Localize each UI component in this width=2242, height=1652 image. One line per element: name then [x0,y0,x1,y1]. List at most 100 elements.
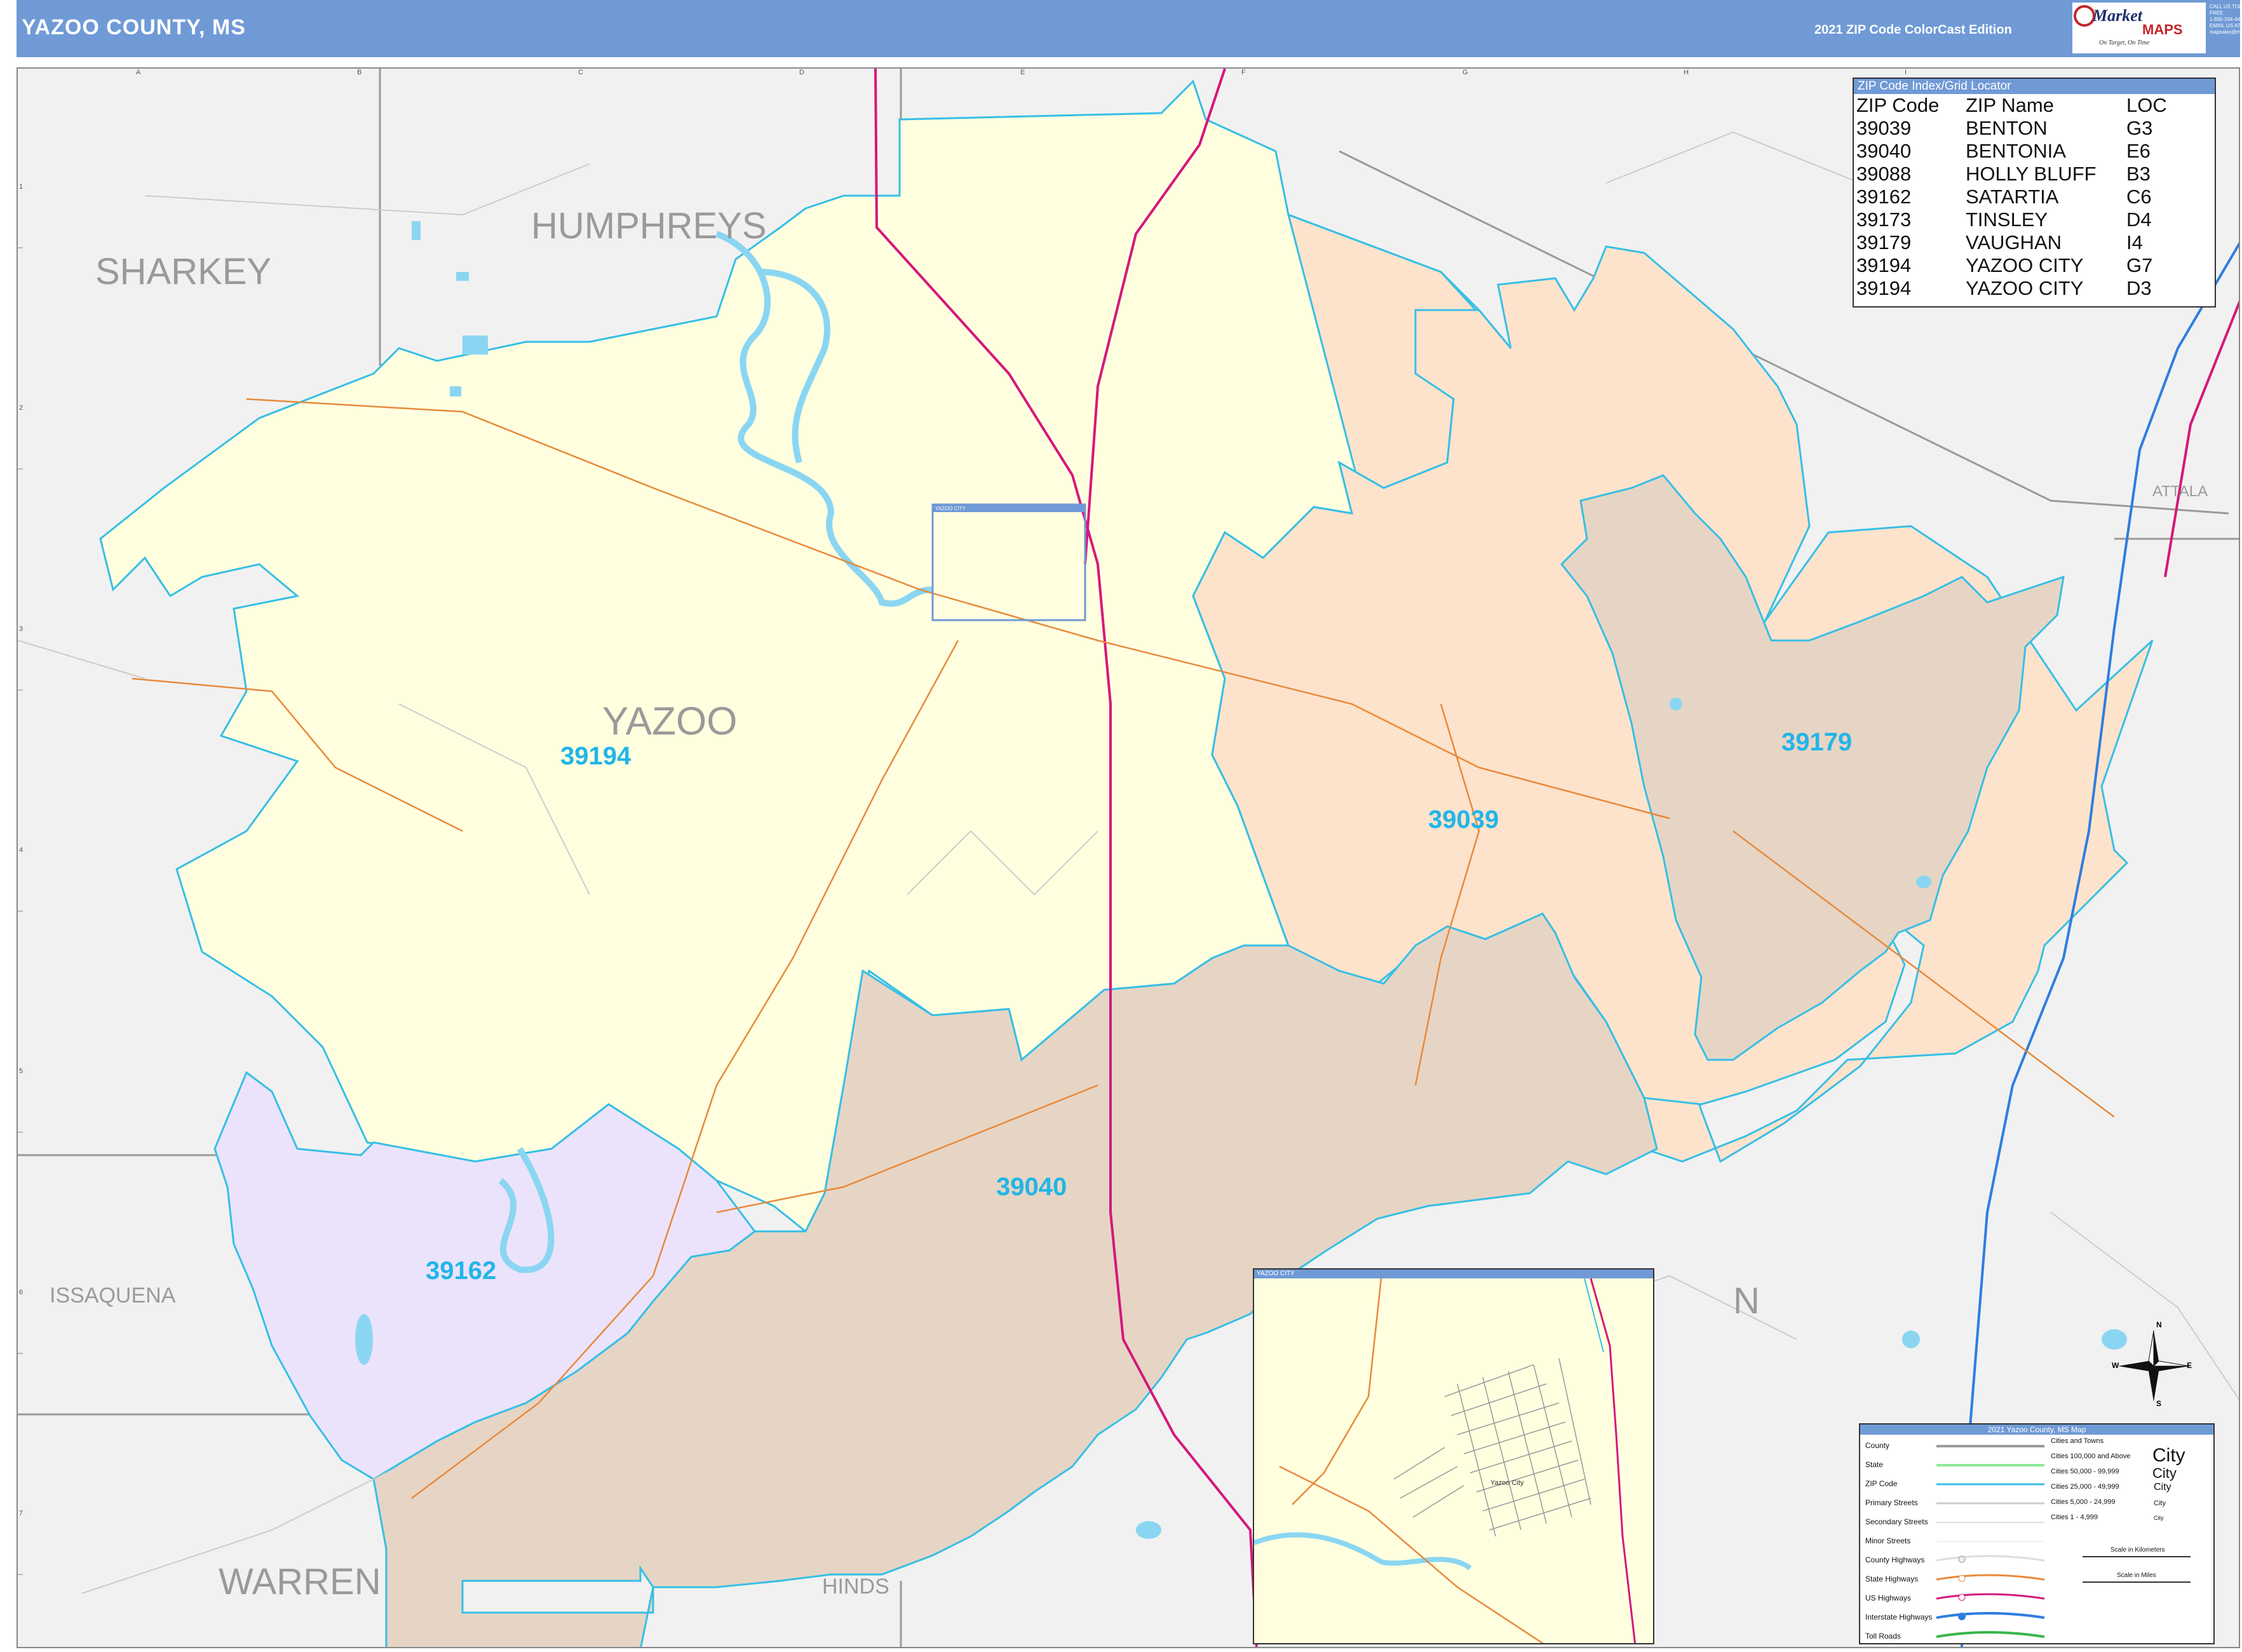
grid-row-label: 2 [19,404,24,412]
legend-city-symbol: City [2152,1465,2177,1481]
table-cell: BENTONIA [1966,140,2066,162]
table-cell: G3 [2126,117,2153,139]
header-bar: YAZOO COUNTY, MS 2021 ZIP Code ColorCast… [17,0,2242,57]
contact-line: mapsales@marketmaps.com [2210,29,2242,35]
grid-col-label: I [1905,69,1907,76]
table-cell: 39039 [1856,117,1912,139]
table-row: 39194 YAZOO CITY G7 [1856,254,2203,277]
zip-index-table: ZIP Code ZIP Name LOC 39039 BENTON G3 3904… [1856,94,2203,300]
table-row: 39173 TINSLEY D4 [1856,208,2203,231]
county-label-attala: ATTALA [2152,483,2208,500]
table-cell: TINSLEY [1966,208,2048,231]
table-row: 39179 VAUGHAN I4 [1856,231,2203,254]
legend-city-class: Cities 100,000 and Above [2051,1452,2131,1460]
column-header: ZIP Name [1966,94,2054,116]
logo-tagline: On Target, On Time [2099,39,2150,46]
table-row: 39194 YAZOO CITY D3 [1856,277,2203,300]
table-cell: 39194 [1856,277,1912,299]
yazoo-city-inset-map[interactable]: YAZOO CITY Yazoo City [1253,1268,1654,1644]
contact-line: CALL US TOLL FREE [2210,4,2242,16]
table-header-row: ZIP Code ZIP Name LOC [1856,94,2203,117]
table-cell: I4 [2126,231,2143,254]
logo-text: Market [2093,6,2142,25]
grid-row-label: 7 [19,1510,24,1517]
county-label-yazoo: YAZOO [602,700,738,743]
grid-col-label: B [357,69,362,76]
legend-city-symbol: City [2154,1482,2171,1493]
table-row: 39162 SATARTIA C6 [1856,186,2203,208]
table-cell: YAZOO CITY [1966,277,2084,299]
grid-row-label: 5 [19,1067,24,1075]
table-cell: 39179 [1856,231,1912,254]
table-cell: E6 [2126,140,2151,162]
compass-rose-icon: N S E W [2112,1320,2192,1408]
table-cell: YAZOO CITY [1966,254,2084,276]
grid-col-label: G [1462,69,1468,76]
us-highway-east [2164,300,2239,578]
table-cell: 39162 [1856,186,1912,208]
table-cell: VAUGHAN [1966,231,2062,254]
compass-w: W [2112,1361,2119,1370]
inset-locator-label: YAZOO CITY [935,506,966,511]
compass-e: E [2187,1361,2192,1370]
legend-city-class: Cities 1 - 4,999 [2051,1513,2098,1521]
county-label-issaquena: ISSAQUENA [50,1283,176,1308]
inset-drawing [1254,1278,1653,1643]
column-header: ZIP Code [1856,94,1940,116]
zip-code-index: ZIP Code Index/Grid Locator ZIP Code ZIP… [1853,78,2216,308]
contact-line: 1-800-334-4470 [2210,17,2242,22]
table-row: 39039 BENTON G3 [1856,117,2203,140]
zip-label-39039: 39039 [1428,806,1499,834]
grid-col-label: E [1020,69,1025,76]
column-header: LOC [2126,94,2167,116]
table-cell: 39088 [1856,163,1912,185]
table-cell: HOLLY BLUFF [1966,163,2097,185]
county-label-warren: WARREN [219,1561,381,1602]
zip-index-title: ZIP Code Index/Grid Locator [1854,79,2215,94]
table-cell: 39194 [1856,254,1912,276]
legend-scale-mi: Scale in Miles [2117,1572,2156,1579]
legend-city-class: Cities 5,000 - 24,999 [2051,1498,2116,1506]
grid-col-label: D [799,69,804,76]
grid-col-label: A [136,69,141,76]
county-label-sharkey: SHARKEY [95,251,272,292]
legend-city-symbol: City [2154,1500,2166,1507]
table-cell: SATARTIA [1966,186,2059,208]
compass-n: N [2156,1320,2162,1329]
grid-col-label: H [1684,69,1689,76]
inset-city-label: Yazoo City [1490,1479,1524,1487]
zip-label-39179: 39179 [1781,728,1853,756]
grid-row-label: 3 [19,625,24,633]
table-cell: B3 [2126,163,2151,185]
zip-label-39040: 39040 [996,1173,1067,1201]
table-cell: G7 [2126,254,2153,276]
grid-row-label: 6 [19,1289,24,1296]
legend-city-class: Cities 50,000 - 99,999 [2051,1468,2119,1475]
logo-mark-icon [2074,5,2095,27]
market-maps-logo: Market MAPS On Target, On Time [2072,3,2206,53]
contact-line: EMAIL US AT [2210,23,2241,29]
map-legend: 2021 Yazoo County, MS Map County State Z… [1859,1423,2215,1644]
table-cell: D4 [2126,208,2152,231]
grid-row-label: 4 [19,846,24,854]
zip-label-39162: 39162 [426,1257,497,1285]
legend-scale-km: Scale in Kilometers [2110,1547,2165,1554]
grid-col-label: C [578,69,583,76]
zip-label-39194: 39194 [560,742,631,770]
county-label-partial: N [1733,1280,1760,1322]
compass-s: S [2156,1399,2162,1408]
grid-col-label: F [1241,69,1246,76]
legend-city-symbol: City [2154,1515,2164,1521]
legend-city-class: Cities 25,000 - 49,999 [2051,1483,2119,1491]
table-row: 39040 BENTONIA E6 [1856,140,2203,163]
map-title: YAZOO COUNTY, MS [22,15,246,39]
edition-label: 2021 ZIP Code ColorCast Edition [1814,23,2012,37]
contact-info: CALL US TOLL FREE 1-800-334-4470 EMAIL U… [2210,4,2242,36]
legend-city-symbol: City [2152,1445,2185,1466]
legend-cities-title: Cities and Towns [2051,1437,2104,1445]
logo-text-maps: MAPS [2142,22,2183,37]
table-cell: C6 [2126,186,2152,208]
table-row: 39088 HOLLY BLUFF B3 [1856,163,2203,186]
table-cell: 39173 [1856,208,1912,231]
county-label-hinds: HINDS [822,1574,889,1599]
